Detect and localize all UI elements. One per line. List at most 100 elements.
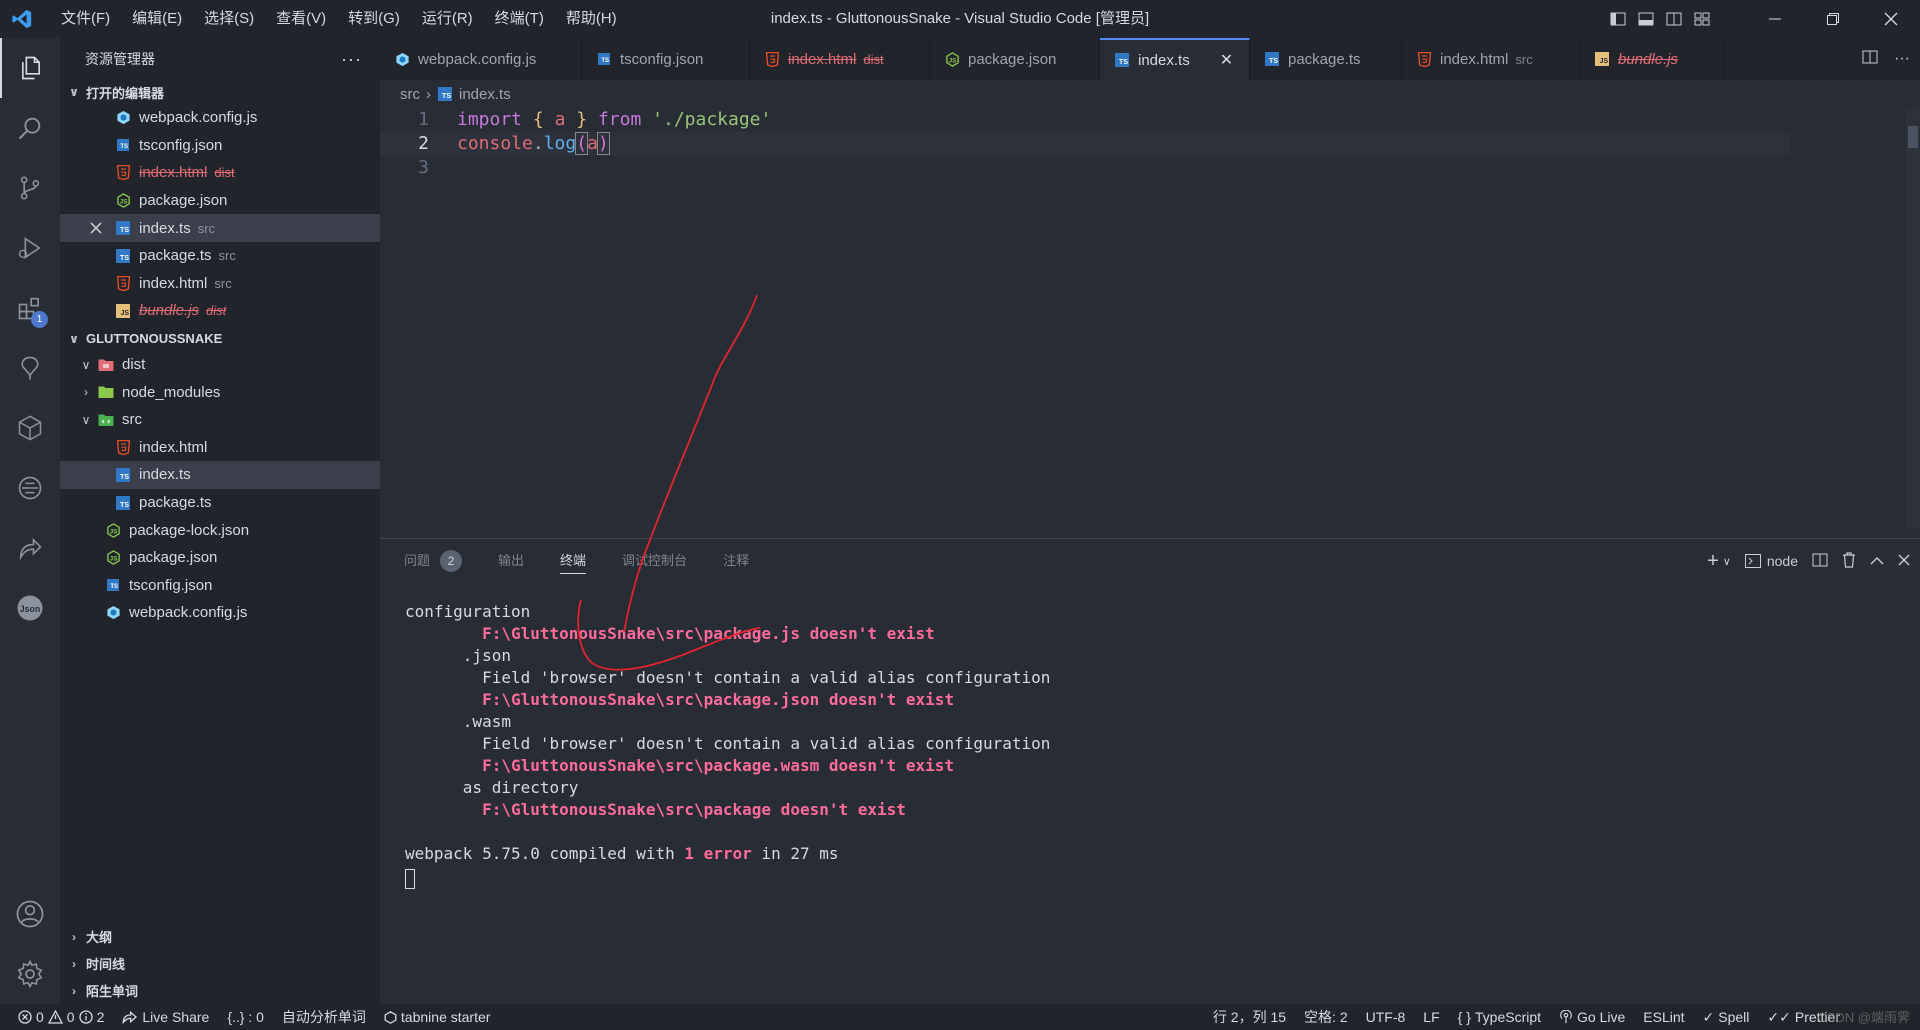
problems-status[interactable]: 0 0 2	[0, 1004, 113, 1030]
close-panel-icon[interactable]	[1898, 553, 1910, 569]
run-debug-icon[interactable]	[0, 218, 60, 278]
search-icon[interactable]	[0, 98, 60, 158]
tree-file[interactable]: webpack.config.js	[60, 599, 380, 627]
tree-file[interactable]: TS package.ts	[60, 489, 380, 517]
menu-help[interactable]: 帮助(H)	[555, 0, 628, 38]
toggle-sidebar-icon[interactable]	[1604, 0, 1632, 38]
open-editor-item[interactable]: JS package.json	[60, 187, 380, 215]
terminal-output[interactable]: configuration F:\GluttonousSnake\src\pac…	[405, 601, 1050, 889]
breadcrumb-file[interactable]: index.ts	[459, 86, 511, 103]
encoding[interactable]: UTF-8	[1357, 1004, 1415, 1030]
language-mode[interactable]: { } TypeScript	[1449, 1004, 1550, 1030]
tree-folder-dist[interactable]: ∨ dist	[60, 351, 380, 379]
panel-tab-comments[interactable]: 注释	[723, 539, 749, 583]
tree-folder-node-modules[interactable]: › node_modules	[60, 378, 380, 406]
project-section[interactable]: ∨ GLUTTONOUSSNAKE	[60, 327, 380, 351]
open-editor-item[interactable]: index.html src	[60, 270, 380, 298]
editor-scrollbar[interactable]	[1906, 108, 1920, 528]
tree-file[interactable]: JS package.json	[60, 544, 380, 572]
svg-text:JS: JS	[109, 528, 118, 535]
eslint-status[interactable]: ESLint	[1634, 1004, 1693, 1030]
open-editors-section[interactable]: ∨ 打开的编辑器	[60, 80, 380, 104]
tab-tsconfig[interactable]: TS tsconfig.json	[582, 38, 750, 80]
timeline-section[interactable]: › 时间线	[60, 950, 380, 977]
info-icon	[78, 1010, 93, 1024]
scrollbar-thumb[interactable]	[1908, 126, 1918, 148]
account-icon[interactable]	[0, 884, 60, 944]
spell-status[interactable]: ✓ Spell	[1694, 1004, 1759, 1030]
panel-tab-problems[interactable]: 问题 2	[404, 539, 463, 583]
outline-section[interactable]: › 大纲	[60, 923, 380, 950]
tree-file[interactable]: TS tsconfig.json	[60, 572, 380, 600]
toggle-panel-icon[interactable]	[1632, 0, 1660, 38]
chevron-down-icon[interactable]: ∨	[1723, 555, 1731, 568]
more-icon[interactable]: ···	[1894, 50, 1910, 68]
tab-index-ts[interactable]: TS index.ts ✕	[1100, 38, 1250, 80]
unknown-words-section[interactable]: › 陌生单词	[60, 977, 380, 1004]
menu-go[interactable]: 转到(G)	[337, 0, 411, 38]
menu-selection[interactable]: 选择(S)	[193, 0, 265, 38]
code-line-1[interactable]: 1 import { a } from './package'	[380, 108, 1920, 132]
auto-words-status[interactable]: 自动分析单词	[273, 1004, 375, 1030]
remote-explorer-icon[interactable]	[0, 458, 60, 518]
json-icon[interactable]: Json	[0, 578, 60, 638]
panel-tab-output[interactable]: 输出	[498, 539, 524, 583]
open-editor-item[interactable]: TS package.ts src	[60, 242, 380, 270]
minimize-icon[interactable]	[1746, 0, 1804, 38]
split-editor-icon[interactable]	[1862, 49, 1878, 69]
code-line-3[interactable]: 3	[380, 156, 1920, 180]
tree-file-active[interactable]: TS index.ts	[60, 461, 380, 489]
source-control-icon[interactable]	[0, 158, 60, 218]
live-share-icon[interactable]	[0, 518, 60, 578]
extensions-icon[interactable]: 1	[0, 278, 60, 338]
tab-index-html-dist[interactable]: index.html dist	[750, 38, 930, 80]
go-live-status[interactable]: Go Live	[1550, 1004, 1634, 1030]
split-terminal-icon[interactable]	[1812, 552, 1828, 571]
breadcrumb-folder[interactable]: src	[400, 86, 420, 103]
customize-layout-icon[interactable]	[1688, 0, 1716, 38]
end-of-line[interactable]: LF	[1414, 1004, 1448, 1030]
cursor-position[interactable]: 行 2，列 15	[1204, 1004, 1295, 1030]
panel-tab-debug-console[interactable]: 调试控制台	[622, 539, 687, 583]
code-line-2[interactable]: 2 console.log(a)	[380, 132, 1790, 156]
open-editor-item[interactable]: TS tsconfig.json	[60, 132, 380, 160]
indentation[interactable]: 空格: 2	[1295, 1004, 1357, 1030]
cube-icon[interactable]	[0, 398, 60, 458]
open-editor-item[interactable]: JS bundle.js dist	[60, 297, 380, 325]
menu-terminal[interactable]: 终端(T)	[484, 0, 555, 38]
close-window-icon[interactable]	[1862, 0, 1920, 38]
trash-icon[interactable]	[1842, 551, 1856, 571]
tab-index-html-src[interactable]: index.html src	[1402, 38, 1580, 80]
tab-package-json[interactable]: JS package.json	[930, 38, 1100, 80]
terminal-shell-selector[interactable]: node	[1744, 553, 1798, 569]
panel-tab-terminal[interactable]: 终端	[560, 548, 587, 574]
tree-file[interactable]: JS package-lock.json	[60, 516, 380, 544]
close-editor-icon[interactable]	[85, 222, 107, 234]
code-editor[interactable]: 1 import { a } from './package' 2 consol…	[380, 108, 1920, 538]
more-actions-button[interactable]: ···	[341, 49, 362, 70]
menu-run[interactable]: 运行(R)	[411, 0, 484, 38]
open-editor-item[interactable]: webpack.config.js	[60, 104, 380, 132]
menu-edit[interactable]: 编辑(E)	[121, 0, 193, 38]
braces-status[interactable]: {..} : 0	[218, 1004, 273, 1030]
new-terminal-icon[interactable]: +	[1707, 550, 1719, 573]
live-share-status[interactable]: Live Share	[113, 1004, 218, 1030]
tree-file[interactable]: index.html	[60, 434, 380, 462]
menu-view[interactable]: 查看(V)	[265, 0, 337, 38]
menu-file[interactable]: 文件(F)	[50, 0, 121, 38]
open-editor-item[interactable]: index.html dist	[60, 159, 380, 187]
maximize-panel-icon[interactable]	[1870, 553, 1884, 569]
settings-gear-icon[interactable]	[0, 944, 60, 1004]
restore-icon[interactable]	[1804, 0, 1862, 38]
tab-package-ts[interactable]: TS package.ts	[1250, 38, 1402, 80]
close-tab-icon[interactable]: ✕	[1220, 50, 1233, 70]
tabnine-status[interactable]: tabnine starter	[375, 1004, 500, 1030]
tree-folder-src[interactable]: ∨ src	[60, 406, 380, 434]
explorer-icon[interactable]	[0, 38, 60, 98]
tab-webpack-config[interactable]: webpack.config.js	[380, 38, 582, 80]
toggle-secondary-sidebar-icon[interactable]	[1660, 0, 1688, 38]
tab-bundle-js[interactable]: JS bundle.js	[1580, 38, 1725, 80]
open-editor-item-active[interactable]: TS index.ts src	[60, 214, 380, 242]
explorer-title: 资源管理器	[85, 51, 155, 67]
testing-icon[interactable]	[0, 338, 60, 398]
